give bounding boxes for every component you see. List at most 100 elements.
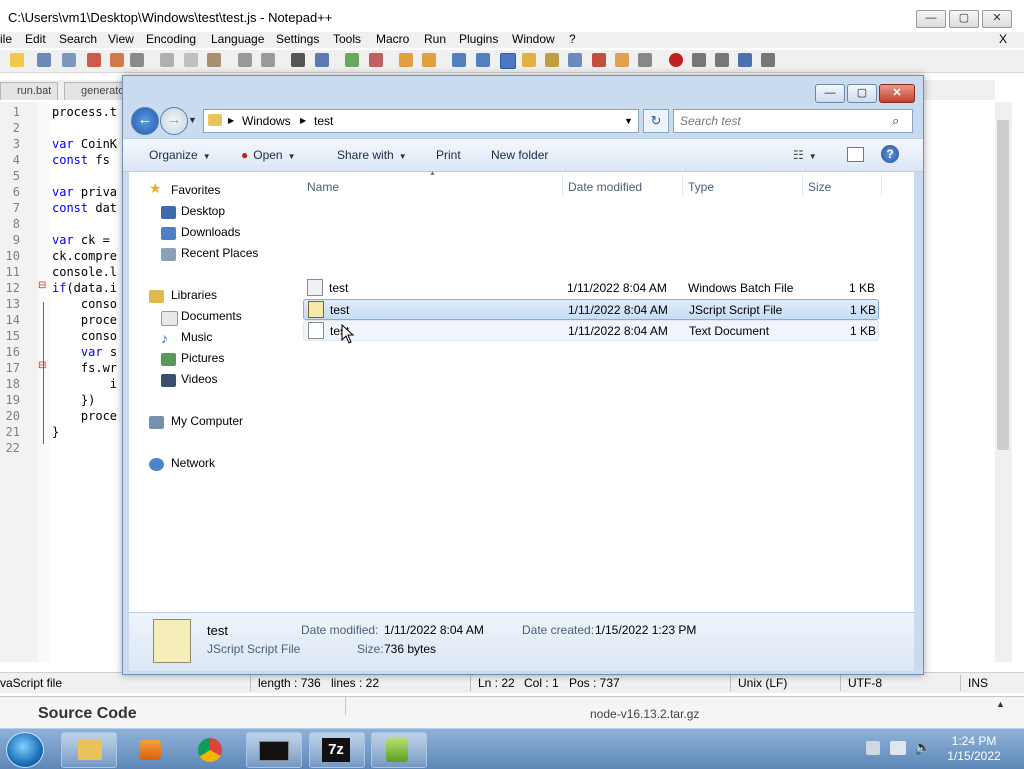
paste-icon[interactable] xyxy=(207,53,221,67)
organize-button[interactable]: Organize ▼ xyxy=(149,148,211,162)
taskbar-clock[interactable]: 1:24 PM 1/15/2022 xyxy=(944,734,1004,764)
save-macro-icon[interactable] xyxy=(761,53,775,67)
code-line[interactable]: proce xyxy=(52,409,117,423)
code-line[interactable]: conso xyxy=(52,329,117,343)
close-all-icon[interactable] xyxy=(110,53,124,67)
close-file-icon[interactable] xyxy=(87,53,101,67)
explorer-maximize-button[interactable]: ▢ xyxy=(847,84,877,103)
breadcrumb-windows[interactable]: Windows xyxy=(242,114,291,128)
notepad-minimize-button[interactable]: — xyxy=(916,10,946,28)
code-line[interactable]: const dat xyxy=(52,201,117,215)
column-header-date-modified[interactable]: Date modified xyxy=(568,180,642,194)
address-bar[interactable]: ▶ Windows ▶ test ▼ xyxy=(203,109,639,133)
view-options-icon[interactable]: ☷ ▼ xyxy=(793,148,817,162)
doc-map-icon[interactable] xyxy=(545,53,559,67)
taskbar-notepadpp-button[interactable] xyxy=(371,732,427,768)
taskbar-7zip-button[interactable]: 7z xyxy=(309,732,365,768)
code-line[interactable]: i xyxy=(52,377,117,391)
folder-workspace-icon[interactable] xyxy=(615,53,629,67)
column-header-size[interactable]: Size xyxy=(808,180,831,194)
refresh-icon[interactable]: ↻ xyxy=(643,109,669,133)
sync-horizontal-icon[interactable] xyxy=(422,53,436,67)
word-wrap-icon[interactable] xyxy=(452,53,466,67)
new-folder-button[interactable]: New folder xyxy=(491,148,548,162)
column-header-type[interactable]: Type xyxy=(688,180,714,194)
taskbar-chrome-button[interactable] xyxy=(183,732,239,768)
strip-scroll-up-icon[interactable]: ▲ xyxy=(996,699,1005,709)
action-center-flag-icon[interactable] xyxy=(866,741,880,755)
nav-recent-places[interactable]: Recent Places xyxy=(181,246,258,260)
code-line[interactable]: var CoinK xyxy=(52,137,117,151)
file-row-batch[interactable]: test 1/11/2022 8:04 AM Windows Batch Fil… xyxy=(303,278,877,297)
nav-videos[interactable]: Videos xyxy=(181,372,217,386)
taskbar-media-player-button[interactable] xyxy=(122,732,178,768)
find-icon[interactable] xyxy=(291,53,305,67)
zoom-out-icon[interactable] xyxy=(369,53,383,67)
fold-toggle-icon[interactable]: ⊟ xyxy=(38,280,46,291)
file-row-text[interactable]: test 1/11/2022 8:04 AM Text Document 1 K… xyxy=(303,320,879,341)
run-macro-multiple-icon[interactable] xyxy=(738,53,752,67)
cut-icon[interactable] xyxy=(160,53,174,67)
menu-window[interactable]: Window xyxy=(512,32,555,46)
redo-icon[interactable] xyxy=(261,53,275,67)
back-arrow-icon[interactable]: ← xyxy=(131,107,159,135)
save-all-icon[interactable] xyxy=(62,53,76,67)
menu-search[interactable]: Search xyxy=(59,32,97,46)
sync-vertical-icon[interactable] xyxy=(399,53,413,67)
code-line[interactable]: }) xyxy=(52,393,95,407)
code-line[interactable]: fs.wr xyxy=(52,361,117,375)
help-icon[interactable]: ? xyxy=(881,145,899,163)
monitoring-icon[interactable] xyxy=(638,53,652,67)
copy-icon[interactable] xyxy=(184,53,198,67)
search-box[interactable]: ⌕ xyxy=(673,109,913,133)
doc-list-icon[interactable] xyxy=(568,53,582,67)
nav-my-computer[interactable]: My Computer xyxy=(171,414,243,428)
code-line[interactable]: var priva xyxy=(52,185,117,199)
menu-tools[interactable]: Tools xyxy=(333,32,361,46)
nav-network[interactable]: Network xyxy=(171,456,215,470)
file-row-jscript[interactable]: test 1/11/2022 8:04 AM JScript Script Fi… xyxy=(303,299,879,320)
forward-arrow-icon[interactable]: → xyxy=(160,107,188,135)
code-line[interactable]: if(data.i xyxy=(52,281,117,295)
column-header-name[interactable]: Name xyxy=(307,180,339,194)
code-line[interactable]: var s xyxy=(52,345,117,359)
record-macro-icon[interactable] xyxy=(669,53,683,67)
menu-language[interactable]: Language xyxy=(211,32,264,46)
network-tray-icon[interactable] xyxy=(890,741,906,755)
editor-scroll-thumb[interactable] xyxy=(997,120,1009,450)
menu-file[interactable]: ile xyxy=(0,32,12,46)
address-dropdown-icon[interactable]: ▼ xyxy=(624,116,633,126)
taskbar-explorer-button[interactable] xyxy=(61,732,117,768)
open-button[interactable]: ● Open ▼ xyxy=(241,148,296,162)
tab-run-bat[interactable]: run.bat xyxy=(0,82,58,100)
nav-downloads[interactable]: Downloads xyxy=(181,225,240,239)
explorer-close-button[interactable]: ✕ xyxy=(879,84,915,103)
taskbar-cmd-button[interactable] xyxy=(246,732,302,768)
breadcrumb-test[interactable]: test xyxy=(314,114,333,128)
replace-icon[interactable] xyxy=(315,53,329,67)
volume-icon[interactable]: 🔈 xyxy=(914,739,931,756)
code-line[interactable]: } xyxy=(52,425,59,439)
indent-guide-icon[interactable] xyxy=(500,53,516,69)
code-line[interactable]: conso xyxy=(52,297,117,311)
notepad-close-button[interactable]: ✕ xyxy=(982,10,1012,28)
menu-view[interactable]: View xyxy=(108,32,134,46)
code-line[interactable]: const fs xyxy=(52,153,117,167)
code-line[interactable]: console.l xyxy=(52,265,117,279)
nav-favorites[interactable]: Favorites xyxy=(171,183,220,197)
save-icon[interactable] xyxy=(37,53,51,67)
new-file-icon[interactable] xyxy=(10,53,24,67)
nav-documents[interactable]: Documents xyxy=(181,309,242,323)
show-all-chars-icon[interactable] xyxy=(476,53,490,67)
notepad-maximize-button[interactable]: ▢ xyxy=(949,10,979,28)
print-button[interactable]: Print xyxy=(436,148,461,162)
menu-settings[interactable]: Settings xyxy=(276,32,319,46)
code-line[interactable]: ck.compre xyxy=(52,249,117,263)
search-input[interactable] xyxy=(678,112,882,130)
explorer-minimize-button[interactable]: — xyxy=(815,84,845,103)
menu-help[interactable]: ? xyxy=(569,32,576,46)
stop-macro-icon[interactable] xyxy=(692,53,706,67)
nav-pictures[interactable]: Pictures xyxy=(181,351,224,365)
code-line[interactable]: var ck = xyxy=(52,233,117,247)
menu-edit[interactable]: Edit xyxy=(25,32,46,46)
